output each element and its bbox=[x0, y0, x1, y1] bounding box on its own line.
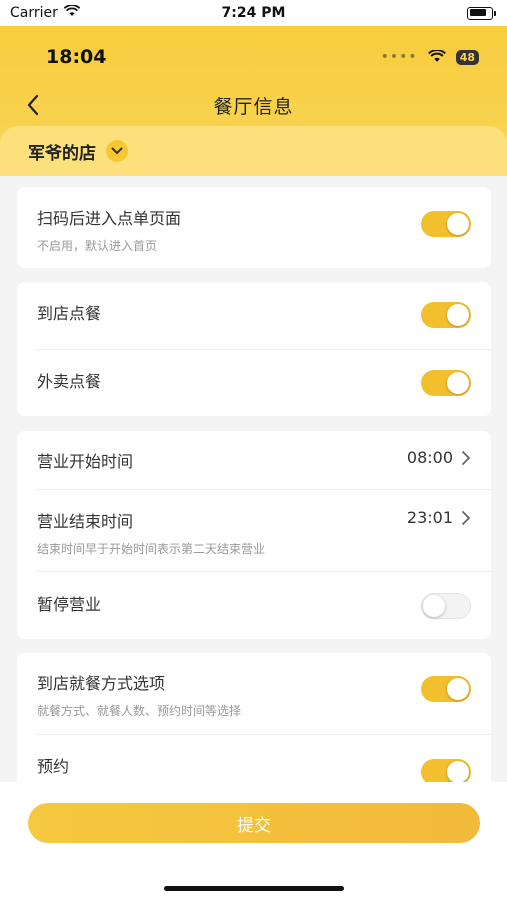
setting-title: 到店就餐方式选项 bbox=[37, 674, 166, 693]
setting-title: 到店点餐 bbox=[37, 304, 102, 323]
setting-title: 暂停营业 bbox=[37, 595, 102, 614]
back-arrow-icon bbox=[27, 94, 39, 116]
carrier-group: Carrier bbox=[10, 4, 81, 21]
settings-content[interactable]: 扫码后进入点单页面 不启用，默认进入首页 到店点餐 外卖点餐 营业开始时间 08… bbox=[0, 176, 507, 782]
store-name: 军爷的店 bbox=[28, 143, 96, 164]
settings-card-dine-in: 到店就餐方式选项 就餐方式、就餐人数、预约时间等选择 预约 bbox=[17, 653, 491, 782]
app-status-bar: 18:04 •••• 48 bbox=[0, 26, 507, 88]
row-divider bbox=[37, 349, 491, 350]
chevron-right-icon bbox=[462, 450, 471, 465]
navigation-bar: 餐厅信息 bbox=[0, 86, 507, 124]
battery-level-badge: 48 bbox=[455, 49, 479, 65]
reservation-toggle[interactable] bbox=[421, 759, 471, 782]
row-divider bbox=[37, 489, 491, 490]
carrier-label: Carrier bbox=[10, 5, 58, 21]
chevron-right-icon bbox=[462, 510, 471, 525]
setting-title: 扫码后进入点单页面 bbox=[37, 209, 182, 228]
signal-dots-icon: •••• bbox=[380, 49, 418, 65]
setting-row-close-time[interactable]: 营业结束时间 结束时间早于开始时间表示第二天结束营业 23:01 bbox=[17, 508, 491, 557]
setting-row-scan-order: 扫码后进入点单页面 不启用，默认进入首页 bbox=[17, 205, 491, 254]
setting-row-dine-in-order: 到店点餐 bbox=[17, 300, 491, 328]
setting-row-dine-in-options: 到店就餐方式选项 就餐方式、就餐人数、预约时间等选择 bbox=[17, 670, 491, 719]
setting-text: 到店就餐方式选项 就餐方式、就餐人数、预约时间等选择 bbox=[37, 670, 241, 719]
open-time-value: 08:00 bbox=[406, 448, 453, 467]
app-status-indicators: •••• 48 bbox=[381, 48, 479, 67]
wifi-icon bbox=[427, 48, 446, 67]
page-title: 餐厅信息 bbox=[213, 95, 294, 118]
setting-title: 外卖点餐 bbox=[37, 372, 102, 391]
row-divider bbox=[37, 571, 491, 572]
simulator-time: 7:24 PM bbox=[221, 5, 286, 21]
wifi-icon bbox=[63, 4, 81, 21]
setting-text: 营业结束时间 结束时间早于开始时间表示第二天结束营业 bbox=[37, 508, 265, 557]
setting-subtitle: 就餐方式、就餐人数、预约时间等选择 bbox=[37, 704, 242, 718]
dine-in-order-toggle[interactable] bbox=[421, 302, 471, 328]
close-time-value: 23:01 bbox=[406, 508, 453, 527]
simulator-status-bar: Carrier 7:24 PM bbox=[0, 0, 507, 26]
chevron-down-icon[interactable] bbox=[106, 140, 128, 162]
takeout-order-toggle[interactable] bbox=[421, 370, 471, 396]
submit-button[interactable]: 提交 bbox=[28, 803, 480, 843]
setting-title: 营业结束时间 bbox=[37, 512, 134, 531]
setting-row-open-time[interactable]: 营业开始时间 08:00 bbox=[17, 448, 491, 472]
bottom-bar: 提交 bbox=[0, 782, 507, 900]
setting-title: 营业开始时间 bbox=[37, 452, 134, 471]
close-time-value-group: 23:01 bbox=[407, 508, 471, 527]
setting-subtitle: 不启用，默认进入首页 bbox=[37, 239, 158, 253]
scan-order-toggle[interactable] bbox=[421, 211, 471, 237]
settings-card-ordering: 到店点餐 外卖点餐 bbox=[17, 282, 491, 416]
app-status-time: 18:04 bbox=[46, 46, 107, 68]
settings-card-scan: 扫码后进入点单页面 不启用，默认进入首页 bbox=[17, 187, 491, 268]
row-divider bbox=[37, 734, 491, 735]
setting-row-pause-business: 暂停营业 bbox=[17, 591, 491, 619]
settings-card-hours: 营业开始时间 08:00 营业结束时间 结束时间早于开始时间表示第二天结束营业 … bbox=[17, 431, 491, 639]
setting-subtitle: 结束时间早于开始时间表示第二天结束营业 bbox=[37, 542, 266, 556]
home-indicator bbox=[164, 886, 344, 891]
setting-row-takeout-order: 外卖点餐 bbox=[17, 368, 491, 396]
back-button[interactable] bbox=[18, 90, 48, 120]
setting-row-reservation: 预约 bbox=[17, 753, 491, 782]
store-selector[interactable]: 军爷的店 bbox=[0, 126, 507, 176]
open-time-value-group: 08:00 bbox=[407, 448, 471, 467]
setting-text: 扫码后进入点单页面 不启用，默认进入首页 bbox=[37, 205, 181, 254]
pause-business-toggle[interactable] bbox=[421, 593, 471, 619]
dine-in-options-toggle[interactable] bbox=[421, 676, 471, 702]
setting-title: 预约 bbox=[37, 757, 70, 776]
app-header: 18:04 •••• 48 餐厅信息 军爷的店 bbox=[0, 26, 507, 176]
battery-icon bbox=[467, 6, 496, 20]
